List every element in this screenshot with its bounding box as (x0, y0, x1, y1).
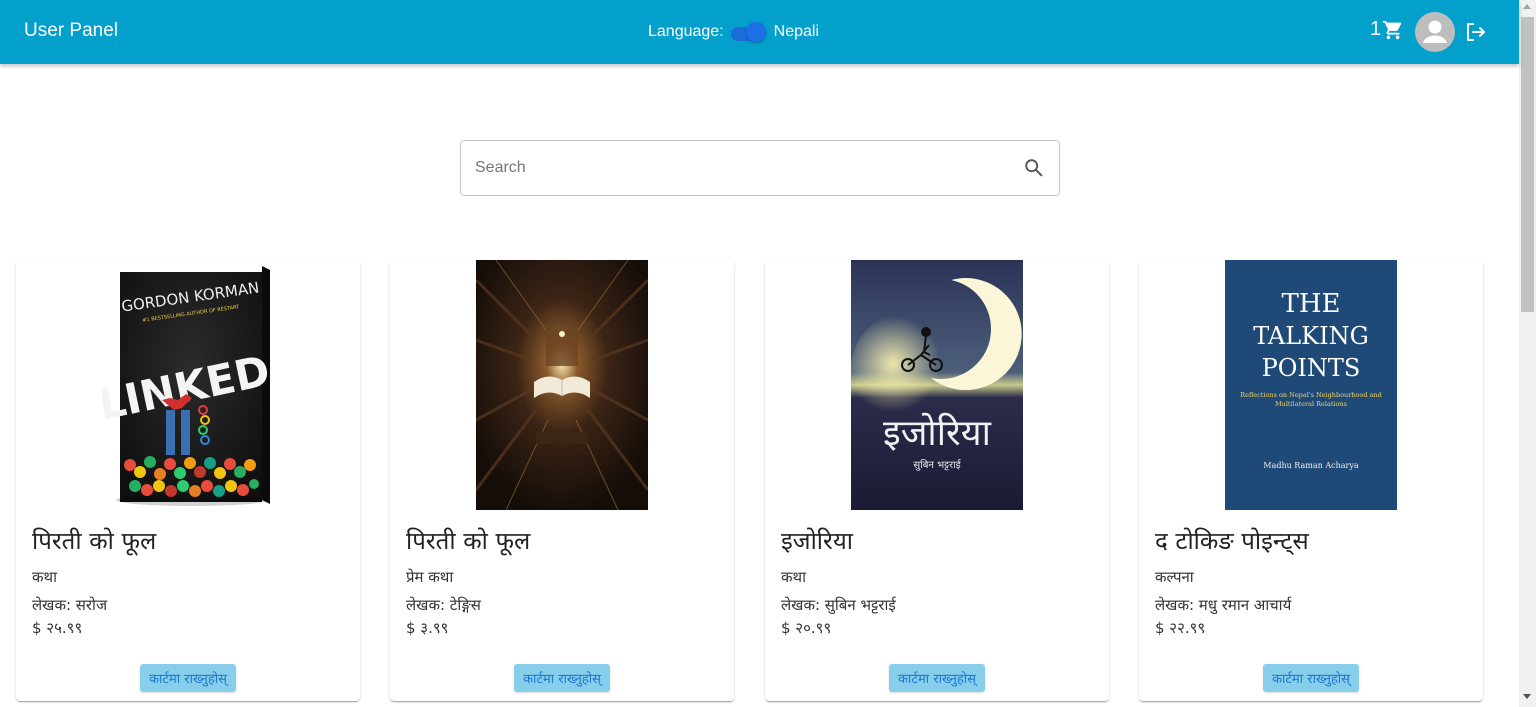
cover-title-line-2: TALKING (1253, 322, 1369, 350)
book-cover-image (476, 260, 648, 510)
book-price: $ ३.९९ (406, 619, 449, 637)
book-genre: कल्पना (1155, 568, 1194, 586)
add-to-cart-button[interactable]: कार्टमा राख्नुहोस् (140, 664, 236, 692)
shopping-cart-icon (1383, 20, 1402, 39)
book-author: लेखक: सुबिन भट्टराई (781, 596, 896, 614)
cover-title-line-1: THE (1282, 289, 1341, 319)
book-author: लेखक: मधु रमान आचार्य (1155, 596, 1292, 614)
book-cover-linked: GORDON KORMAN #1 BESTSELLING AUTHOR OF R… (102, 266, 274, 506)
switch-thumb (745, 22, 766, 42)
search-icon (1025, 159, 1043, 177)
book-price: $ २०.९९ (781, 619, 832, 637)
search-input[interactable] (473, 155, 1017, 181)
book-cover-ijoriya: इजोरिया सुबिन भट्टराई (851, 260, 1023, 510)
language-switch[interactable] (728, 20, 768, 44)
book-genre: प्रेम कथा (406, 568, 454, 586)
product-card: पिरती को फूल प्रेम कथा लेखक: टेङ्गिस $ ३… (390, 260, 734, 701)
logout-button[interactable] (1464, 20, 1488, 48)
book-genre: कथा (32, 568, 57, 586)
language-label: Language: (648, 23, 724, 40)
cover-author-text: Madhu Raman Acharya (1263, 461, 1358, 470)
book-cover-image: इजोरिया सुबिन भट्टराई (851, 260, 1023, 510)
add-to-cart-button[interactable]: कार्टमा राख्नुहोस् (1263, 664, 1359, 692)
cover-author-text: सुबिन भट्टराई (913, 459, 961, 471)
search-button[interactable] (1023, 157, 1045, 183)
scrollbar-thumb[interactable] (1521, 17, 1534, 312)
account-circle-icon (1423, 20, 1447, 43)
app-title: User Panel (24, 20, 118, 41)
book-title: पिरती को फूल (32, 527, 157, 555)
add-to-cart-button[interactable]: कार्टमा राख्नुहोस् (514, 664, 610, 692)
cart-count: 1 (1370, 18, 1382, 40)
product-card: GORDON KORMAN #1 BESTSELLING AUTHOR OF R… (16, 260, 360, 701)
book-cover-library-tunnel (476, 260, 648, 510)
scroll-down-arrow-icon[interactable] (1523, 694, 1531, 699)
cover-title-line-3: POINTS (1262, 354, 1361, 382)
page-scrollbar[interactable] (1519, 0, 1536, 707)
book-price: $ २२.९९ (1155, 619, 1206, 637)
language-value: Nepali (773, 23, 819, 40)
book-genre: कथा (781, 568, 806, 586)
cover-title-text: इजोरिया (883, 412, 992, 454)
scroll-up-arrow-icon[interactable] (1523, 4, 1531, 9)
cover-subtitle-text: Reflections on Nepal's Neighbourhood and… (1240, 391, 1382, 408)
book-cover-talking-points: THE TALKING POINTS Reflections on Nepal'… (1225, 260, 1397, 510)
book-author: लेखक: सरोज (32, 596, 108, 614)
search-box (460, 140, 1060, 196)
user-avatar[interactable] (1415, 12, 1455, 52)
app-bar: User Panel Language: Nepali 1 (0, 0, 1519, 64)
book-price: $ २५.९९ (32, 619, 83, 637)
cart-button[interactable]: 1 (1370, 18, 1404, 41)
book-title: पिरती को फूल (406, 527, 531, 555)
book-cover-image: THE TALKING POINTS Reflections on Nepal'… (1225, 260, 1397, 510)
book-cover-image: GORDON KORMAN #1 BESTSELLING AUTHOR OF R… (102, 260, 274, 510)
language-toggle-group: Language: Nepali (648, 20, 819, 44)
book-author: लेखक: टेङ्गिस (406, 596, 481, 614)
book-title: द टोकिङ पोइन्ट्स (1155, 527, 1309, 555)
logout-icon (1467, 23, 1485, 41)
product-card: THE TALKING POINTS Reflections on Nepal'… (1139, 260, 1483, 701)
add-to-cart-button[interactable]: कार्टमा राख्नुहोस् (889, 664, 985, 692)
product-card: इजोरिया सुबिन भट्टराई इजोरिया कथा लेखक: … (765, 260, 1109, 701)
book-title: इजोरिया (781, 527, 853, 555)
